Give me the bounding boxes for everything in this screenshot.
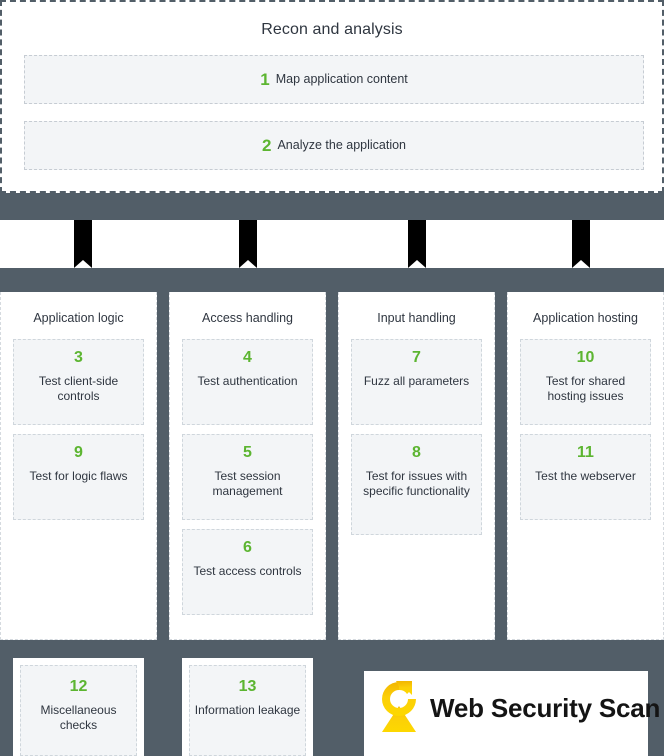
column-title-application-logic: Application logic (33, 311, 124, 325)
divider-band-upper (0, 193, 664, 220)
step-card-11[interactable]: 11 Test the webserver (520, 433, 651, 520)
down-arrow-icon-2 (239, 220, 257, 268)
scan-circle-arrow-icon (382, 681, 416, 732)
step-card-6[interactable]: 6 Test access controls (182, 528, 313, 615)
step-card-10[interactable]: 10 Test for shared hosting issues (520, 338, 651, 425)
arrow-shaft (408, 220, 426, 260)
arrow-shaft (74, 220, 92, 260)
step-card-10-number: 10 (576, 348, 595, 366)
down-arrow-icon-3 (408, 220, 426, 268)
step-card-8-number: 8 (412, 443, 421, 461)
arrow-head (408, 260, 426, 268)
arrow-shaft (572, 220, 590, 260)
step-card-13-inner: 13 Information leakage (189, 665, 306, 756)
step-card-12-text: Miscellaneous checks (40, 703, 117, 732)
step-card-12[interactable]: 12 Miscellaneous checks (13, 658, 144, 756)
column-application-hosting: Application hosting 10 Test for shared h… (507, 292, 664, 640)
step-card-5[interactable]: 5 Test session management (182, 433, 313, 520)
step-card-9-text: Test for logic flaws (29, 468, 128, 483)
column-application-logic: Application logic 3 Test client-side con… (0, 292, 157, 640)
step-card-13-text: Information leakage (194, 703, 301, 717)
recon-step-1-number: 1 (260, 70, 270, 89)
column-title-application-hosting: Application hosting (533, 311, 638, 325)
methodology-columns: Application logic 3 Test client-side con… (0, 292, 664, 640)
step-card-12-inner: 12 Miscellaneous checks (20, 665, 137, 756)
recon-panel: Recon and analysis 1 Map application con… (0, 0, 664, 193)
flow-arrow-strip (0, 220, 664, 268)
arrow-head (239, 260, 257, 268)
step-card-5-text: Test session management (212, 468, 283, 498)
arrow-head (572, 260, 590, 268)
step-card-3-number: 3 (74, 348, 83, 366)
step-card-7-number: 7 (412, 348, 421, 366)
step-card-8[interactable]: 8 Test for issues with specific function… (351, 433, 482, 535)
step-card-4[interactable]: 4 Test authentication (182, 338, 313, 425)
step-card-6-text: Test access controls (193, 563, 302, 578)
column-access-handling: Access handling 4 Test authentication 5 … (169, 292, 326, 640)
down-arrow-icon-1 (74, 220, 92, 268)
recon-step-1-label: Map application content (275, 72, 408, 87)
down-arrow-icon-4 (572, 220, 590, 268)
step-card-12-number: 12 (69, 678, 88, 695)
step-card-6-number: 6 (243, 538, 252, 556)
step-card-3-text: Test client-side controls (38, 373, 119, 403)
column-title-access-handling: Access handling (201, 311, 294, 325)
arrow-shaft (239, 220, 257, 260)
step-card-13-number: 13 (238, 678, 257, 695)
step-card-10-text: Test for shared hosting issues (545, 373, 626, 403)
step-card-7[interactable]: 7 Fuzz all parameters (351, 338, 482, 425)
logo-text: Web Security Scan (430, 693, 661, 723)
step-card-3[interactable]: 3 Test client-side controls (13, 338, 144, 425)
step-card-11-text: Test the webserver (535, 468, 636, 483)
recon-step-2[interactable]: 2 Analyze the application (24, 121, 644, 170)
logo-panel: Web Security Scan (364, 671, 660, 756)
recon-step-1[interactable]: 1 Map application content (24, 55, 644, 104)
column-title-input-handling: Input handling (377, 311, 456, 325)
recon-step-2-number: 2 (261, 136, 272, 155)
arrow-head (74, 260, 92, 268)
divider-band-lower (0, 268, 664, 292)
recon-title: Recon and analysis (261, 21, 403, 38)
step-card-7-text: Fuzz all parameters (363, 373, 470, 388)
step-card-9-number: 9 (74, 443, 83, 461)
step-card-8-text: Test for issues with specific functional… (363, 468, 470, 498)
recon-step-2-label: Analyze the application (277, 138, 407, 153)
step-card-4-text: Test authentication (197, 373, 298, 388)
column-input-handling: Input handling 7 Fuzz all parameters 8 T… (338, 292, 495, 640)
step-card-9[interactable]: 9 Test for logic flaws (13, 433, 144, 520)
step-card-5-number: 5 (243, 443, 252, 461)
step-card-4-number: 4 (243, 348, 252, 366)
step-card-11-number: 11 (577, 443, 594, 461)
step-card-13[interactable]: 13 Information leakage (182, 658, 313, 756)
